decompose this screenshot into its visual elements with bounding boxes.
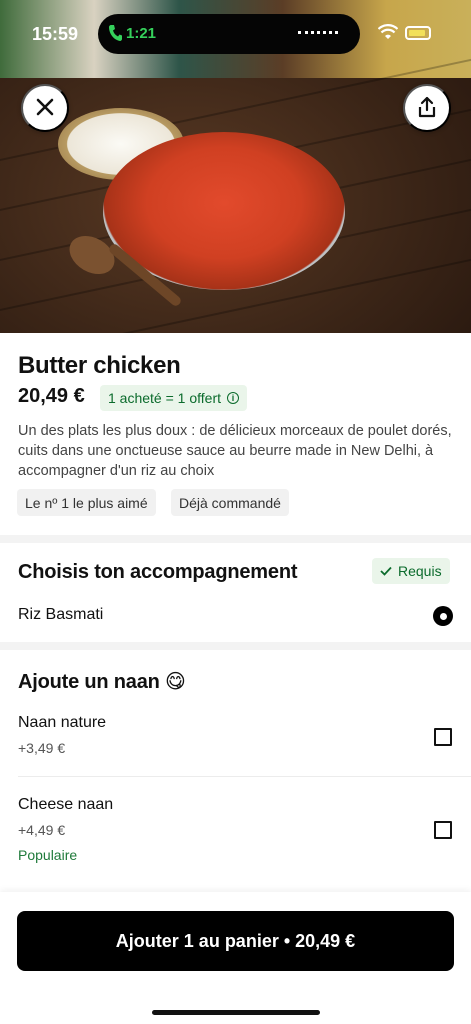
radio-selected[interactable]	[433, 606, 453, 626]
product-description: Un des plats les plus doux : de délicieu…	[18, 423, 452, 479]
required-badge: Requis	[372, 558, 450, 584]
call-duration: 1:21	[126, 25, 157, 42]
section-divider	[0, 642, 471, 650]
section-divider	[0, 535, 471, 543]
naan-section-title: Ajoute un naan 😋	[18, 671, 186, 693]
status-time: 15:59	[32, 24, 79, 44]
wifi-icon	[377, 24, 399, 40]
battery-icon	[405, 26, 431, 40]
product-title: Butter chicken	[18, 352, 181, 379]
checkbox[interactable]	[434, 821, 452, 839]
promo-label: 1 acheté = 1 offert	[108, 390, 221, 406]
product-price: 20,49 €	[18, 385, 85, 407]
check-icon	[380, 563, 392, 579]
checkbox[interactable]	[434, 728, 452, 746]
chip-already-ordered: Déjà commandé	[171, 489, 289, 516]
close-button[interactable]	[21, 84, 69, 132]
home-indicator[interactable]	[152, 1010, 320, 1015]
popular-badge: Populaire	[18, 847, 78, 863]
add-to-cart-button[interactable]: Ajouter 1 au panier • 20,49 €	[17, 911, 454, 971]
promo-badge[interactable]: 1 acheté = 1 offert i	[100, 385, 247, 411]
info-icon: i	[227, 392, 239, 404]
option-price: +4,49 €	[18, 822, 66, 838]
option-label: Cheese naan	[18, 796, 114, 813]
option-label: Riz Basmati	[18, 606, 104, 623]
dynamic-island[interactable]: 1:21	[98, 14, 360, 54]
option-label: Naan nature	[18, 714, 107, 731]
status-bar: 15:59 1:21	[0, 0, 471, 64]
chip-most-liked: Le nº 1 le plus aimé	[17, 489, 156, 516]
option-divider	[18, 776, 471, 777]
accompaniment-title: Choisis ton accompagnement	[18, 561, 298, 583]
share-button[interactable]	[403, 84, 451, 132]
option-price: +3,49 €	[18, 740, 66, 756]
close-icon	[36, 98, 54, 119]
island-dots-icon	[298, 31, 338, 35]
share-icon	[417, 96, 437, 121]
phone-icon	[108, 24, 122, 44]
required-label: Requis	[398, 563, 442, 579]
